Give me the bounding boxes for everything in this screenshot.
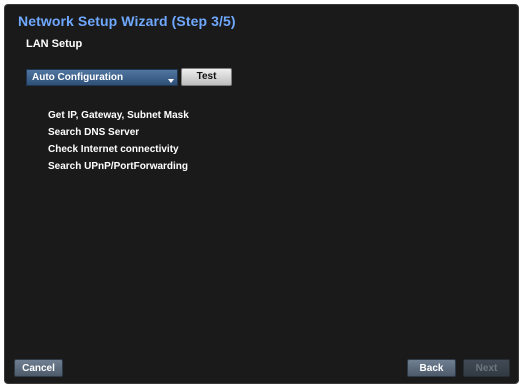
test-button[interactable]: Test (181, 68, 232, 86)
list-item: Search DNS Server (48, 127, 140, 138)
configuration-mode-select[interactable]: Auto Configuration (26, 69, 178, 86)
list-item: Get IP, Gateway, Subnet Mask (48, 110, 189, 121)
wizard-title: Network Setup Wizard (Step 3/5) (18, 13, 236, 29)
cancel-button[interactable]: Cancel (14, 359, 63, 377)
test-steps-list: Get IP, Gateway, Subnet Mask Search DNS … (48, 107, 189, 175)
wizard-window: Network Setup Wizard (Step 3/5) LAN Setu… (4, 4, 519, 384)
section-title: LAN Setup (26, 38, 83, 50)
chevron-down-icon (168, 79, 174, 83)
back-button[interactable]: Back (407, 359, 456, 377)
configuration-mode-value: Auto Configuration (32, 72, 124, 83)
next-button[interactable]: Next (463, 359, 510, 377)
list-item: Search UPnP/PortForwarding (48, 161, 189, 172)
list-item: Check Internet connectivity (48, 144, 179, 155)
